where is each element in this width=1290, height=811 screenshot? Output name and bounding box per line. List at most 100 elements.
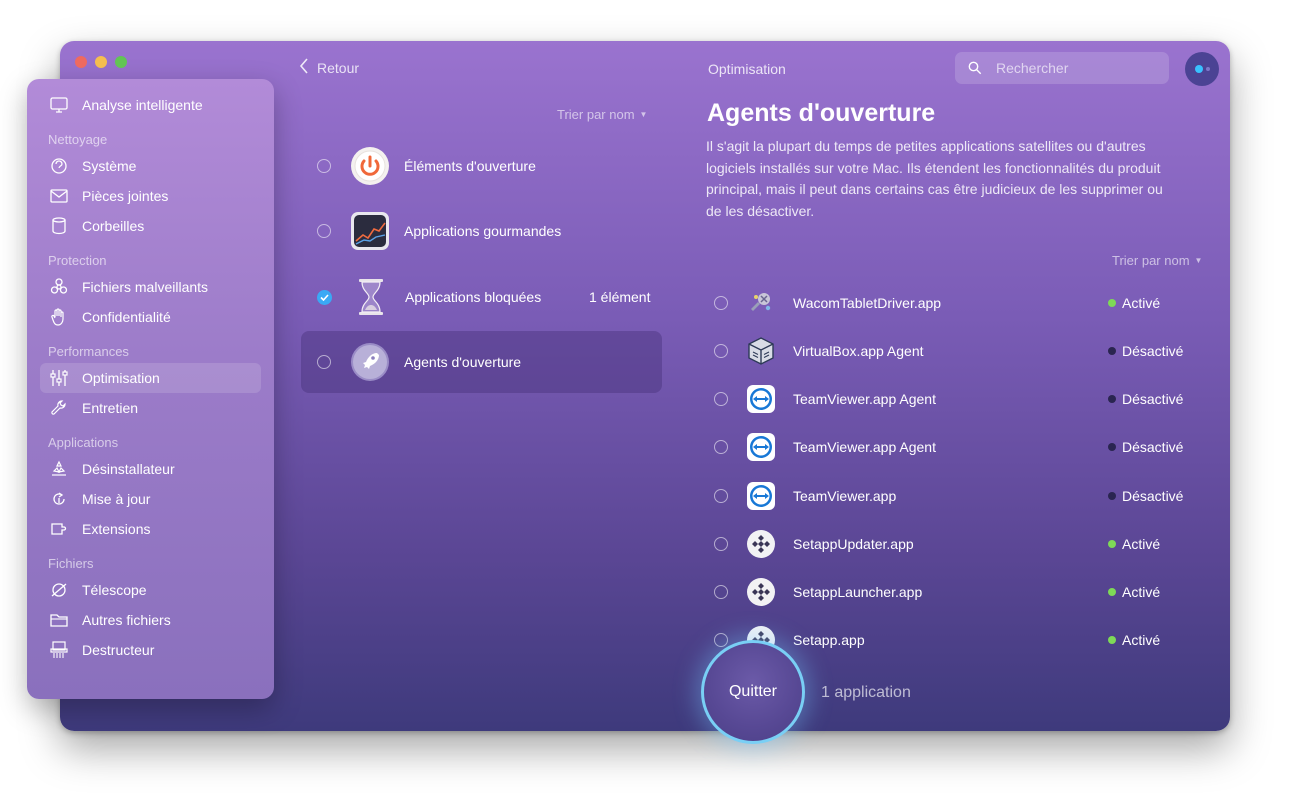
close-window-button[interactable] xyxy=(75,56,87,68)
category-heavy-consumers[interactable]: Applications gourmandes xyxy=(301,200,662,262)
sidebar-item-label: Fichiers malveillants xyxy=(82,279,209,295)
category-radio[interactable] xyxy=(317,355,331,369)
agent-status: Activé xyxy=(1108,295,1160,311)
agent-checkbox[interactable] xyxy=(714,585,728,599)
sort-label: Trier par nom xyxy=(1112,253,1190,268)
chevron-left-icon xyxy=(299,58,309,77)
folder-icon xyxy=(48,609,70,631)
sidebar: Analyse intelligente Nettoyage Système P… xyxy=(27,79,274,699)
agent-row[interactable]: SetappLauncher.app Activé xyxy=(714,572,1204,612)
quit-button[interactable]: Quitter xyxy=(701,640,805,744)
status-label: Activé xyxy=(1122,295,1161,311)
detail-description: Il s'agit la plupart du temps de petites… xyxy=(706,138,1163,219)
sidebar-item-smart-scan[interactable]: Analyse intelligente xyxy=(40,90,261,120)
category-radio[interactable] xyxy=(317,224,331,238)
sidebar-item-trash-bins[interactable]: Corbeilles xyxy=(40,211,261,241)
sidebar-item-updater[interactable]: Mise à jour xyxy=(40,484,261,514)
agents-sort-dropdown[interactable]: Trier par nom ▼ xyxy=(1112,253,1202,268)
agent-checkbox[interactable] xyxy=(714,489,728,503)
category-radio[interactable] xyxy=(317,159,331,173)
back-label: Retour xyxy=(317,59,360,76)
extensions-icon xyxy=(48,518,70,540)
agent-row[interactable]: TeamViewer.app Désactivé xyxy=(714,476,1204,516)
sidebar-section-cleaning: Nettoyage xyxy=(48,132,108,147)
sidebar-item-maintenance[interactable]: Entretien xyxy=(40,393,261,423)
sidebar-item-privacy[interactable]: Confidentialité xyxy=(40,302,261,332)
category-checkbox-checked[interactable] xyxy=(317,289,332,305)
category-sort-dropdown[interactable]: Trier par nom ▼ xyxy=(557,107,647,122)
back-button[interactable]: Retour xyxy=(299,58,359,77)
category-count: 1 élément xyxy=(589,289,651,305)
status-label: Désactivé xyxy=(1122,439,1184,455)
monitor-icon xyxy=(48,94,70,116)
minimize-window-button[interactable] xyxy=(95,56,107,68)
agent-row[interactable]: WacomTabletDriver.app Activé xyxy=(714,283,1204,323)
sidebar-section-performance: Performances xyxy=(48,344,129,359)
agent-row[interactable]: VirtualBox.app Agent Désactivé xyxy=(714,331,1204,371)
agent-name: SetappUpdater.app xyxy=(793,536,914,552)
update-arrow-icon xyxy=(48,488,70,510)
agent-name: SetappLauncher.app xyxy=(793,584,923,600)
sidebar-item-uninstaller[interactable]: Désinstallateur xyxy=(40,454,261,484)
category-hung-applications[interactable]: Applications bloquées 1 élément xyxy=(301,266,662,328)
sidebar-item-label: Désinstallateur xyxy=(82,461,175,477)
hand-icon xyxy=(48,306,70,328)
agent-checkbox[interactable] xyxy=(714,392,728,406)
system-junk-icon xyxy=(48,155,70,177)
agent-row[interactable]: TeamViewer.app Agent Désactivé xyxy=(714,427,1204,467)
sidebar-item-label: Système xyxy=(82,158,137,174)
agent-checkbox[interactable] xyxy=(714,633,728,647)
trash-icon xyxy=(48,215,70,237)
category-login-items[interactable]: Éléments d'ouverture xyxy=(301,135,662,197)
sidebar-item-system[interactable]: Système xyxy=(40,151,261,181)
sidebar-item-label: Mise à jour xyxy=(82,491,151,507)
sidebar-item-extensions[interactable]: Extensions xyxy=(40,514,261,544)
sidebar-item-attachments[interactable]: Pièces jointes xyxy=(40,181,261,211)
sidebar-item-space-lens[interactable]: Télescope xyxy=(40,575,261,605)
agent-checkbox[interactable] xyxy=(714,537,728,551)
setapp-icon xyxy=(745,528,777,560)
assistant-button[interactable] xyxy=(1185,52,1219,86)
page-title: Optimisation xyxy=(708,61,786,77)
biohazard-icon xyxy=(48,276,70,298)
agent-row[interactable]: SetappUpdater.app Activé xyxy=(714,524,1204,564)
agent-name: TeamViewer.app Agent xyxy=(793,391,936,407)
agent-status: Activé xyxy=(1108,584,1160,600)
sidebar-item-label: Confidentialité xyxy=(82,309,171,325)
category-label: Applications bloquées xyxy=(405,289,542,305)
agent-status: Activé xyxy=(1108,536,1160,552)
sliders-icon xyxy=(48,367,70,389)
zoom-window-button[interactable] xyxy=(115,56,127,68)
sidebar-item-optimization[interactable]: Optimisation xyxy=(40,363,261,393)
sidebar-item-label: Analyse intelligente xyxy=(82,97,203,113)
sidebar-item-shredder[interactable]: Destructeur xyxy=(40,635,261,665)
agent-status: Désactivé xyxy=(1108,391,1183,407)
agent-name: VirtualBox.app Agent xyxy=(793,343,924,359)
status-dot-icon xyxy=(1108,588,1116,596)
assistant-dot-small-icon xyxy=(1205,67,1210,71)
status-dot-icon xyxy=(1108,299,1116,307)
rocket-icon xyxy=(350,342,390,382)
sidebar-item-malware[interactable]: Fichiers malveillants xyxy=(40,272,261,302)
sidebar-item-label: Autres fichiers xyxy=(82,612,171,628)
wrench-icon xyxy=(48,397,70,419)
agent-checkbox[interactable] xyxy=(714,296,728,310)
category-launch-agents[interactable]: Agents d'ouverture xyxy=(301,331,662,393)
sidebar-item-other-files[interactable]: Autres fichiers xyxy=(40,605,261,635)
search-box[interactable] xyxy=(955,52,1169,84)
sidebar-item-label: Extensions xyxy=(82,521,151,537)
agent-checkbox[interactable] xyxy=(714,344,728,358)
window-controls xyxy=(75,56,127,68)
status-dot-icon xyxy=(1108,636,1116,644)
search-input[interactable] xyxy=(994,59,1158,77)
agent-status: Désactivé xyxy=(1108,343,1183,359)
category-label: Agents d'ouverture xyxy=(404,354,522,370)
checkmark-icon xyxy=(320,293,329,301)
agent-row[interactable]: TeamViewer.app Agent Désactivé xyxy=(714,379,1204,419)
sidebar-section-files: Fichiers xyxy=(48,556,94,571)
agent-name: Setapp.app xyxy=(793,632,865,648)
agent-checkbox[interactable] xyxy=(714,440,728,454)
caret-down-icon: ▼ xyxy=(639,110,648,119)
category-label: Éléments d'ouverture xyxy=(404,158,536,174)
detail-title: Agents d'ouverture xyxy=(707,99,936,127)
